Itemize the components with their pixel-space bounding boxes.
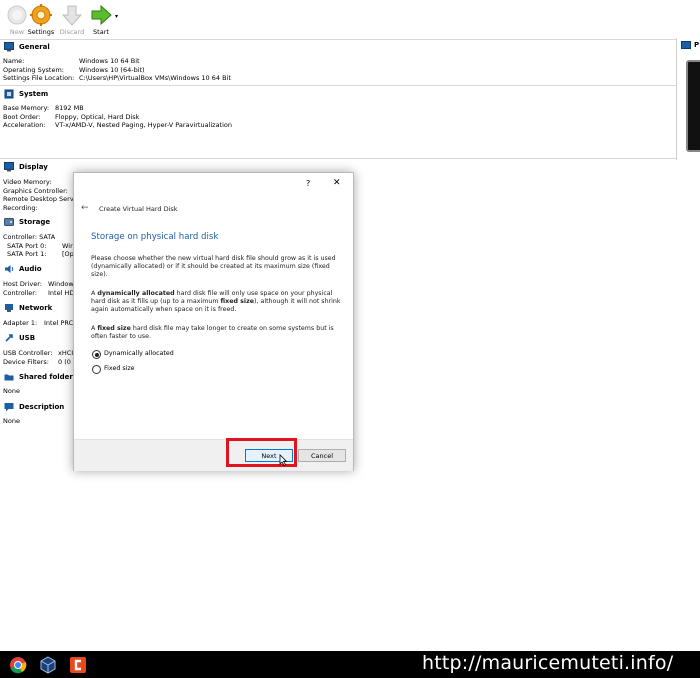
- virtualbox-icon[interactable]: [38, 655, 58, 675]
- storage-value-port1: [Op: [62, 250, 74, 258]
- discard-arrow-icon: [61, 5, 83, 26]
- usb-key-controller: USB Controller:: [3, 349, 53, 357]
- display-key-graphics: Graphics Controller:: [3, 186, 68, 195]
- usb-value-controller: xHCI: [58, 349, 74, 357]
- close-icon[interactable]: ✕: [333, 178, 341, 188]
- storage-key-controller: Controller: SATA: [3, 233, 56, 241]
- wizard-title: Create Virtual Hard Disk: [99, 205, 178, 213]
- system-value-memory: 8192 MB: [55, 104, 84, 112]
- display-monitor-icon: [4, 162, 14, 172]
- general-monitor-icon: [4, 42, 14, 52]
- storage-value-port0: Wir: [62, 241, 73, 250]
- system-key-boot: Boot Order:: [3, 112, 41, 121]
- mouse-cursor-icon: [279, 454, 288, 466]
- general-key-location: Settings File Location:: [3, 74, 75, 82]
- c-app-icon[interactable]: [68, 655, 88, 675]
- fixed-size-radio[interactable]: [92, 365, 101, 374]
- system-value-boot: Floppy, Optical, Hard Disk: [55, 112, 140, 121]
- usb-key-filters: Device Filters:: [3, 357, 49, 366]
- general-section-header[interactable]: General: [0, 40, 676, 54]
- shared-folders-title: Shared folders: [19, 373, 78, 381]
- system-section-header[interactable]: System: [0, 87, 676, 101]
- system-key-memory: Base Memory:: [3, 104, 50, 112]
- audio-title: Audio: [19, 265, 42, 273]
- network-title: Network: [19, 304, 53, 312]
- intro-paragraph: Please choose whether the new virtual ha…: [91, 255, 336, 279]
- general-value-name: Windows 10 64 Bit: [79, 57, 140, 65]
- start-button[interactable]: Start: [84, 4, 118, 36]
- watermark-url: http://mauricemuteti.info/: [422, 652, 674, 674]
- start-dropdown-arrow[interactable]: ▾: [115, 13, 118, 20]
- dialog-heading: Storage on physical hard disk: [91, 232, 219, 242]
- display-key-recording: Recording:: [3, 203, 38, 212]
- general-value-os: Windows 10 (64-bit): [79, 65, 145, 74]
- dynamically-allocated-radio[interactable]: [92, 350, 101, 359]
- general-value-location: C:\Users\HP\VirtualBox VMs\Windows 10 64…: [79, 74, 231, 82]
- gear-icon: [30, 4, 52, 26]
- storage-key-port0: SATA Port 0:: [7, 241, 47, 250]
- create-virtual-hard-disk-dialog: ? ✕ ← Create Virtual Hard Disk Storage o…: [73, 172, 354, 471]
- usb-icon: [5, 334, 13, 342]
- system-value-acceleration: VT-x/AMD-V, Nested Paging, Hyper-V Parav…: [55, 121, 233, 129]
- new-label: New: [9, 28, 25, 36]
- audio-key-controller: Controller:: [3, 288, 38, 297]
- system-key-acceleration: Acceleration:: [3, 121, 46, 129]
- shared-folders-value: None: [3, 387, 20, 395]
- chrome-icon[interactable]: [8, 655, 28, 675]
- general-key-os: Operating System:: [3, 65, 64, 74]
- general-title: General: [19, 43, 50, 51]
- audio-value-driver: Window: [48, 280, 74, 288]
- storage-key-port1: SATA Port 1:: [7, 250, 47, 258]
- preview-monitor-icon: [681, 41, 691, 49]
- network-icon: [5, 304, 13, 312]
- description-title: Description: [19, 403, 65, 411]
- preview-pane: P: [676, 38, 700, 160]
- toolbar: New Settings Discard Start ▾: [0, 0, 700, 38]
- dynamic-paragraph: A dynamically allocated hard disk file w…: [91, 290, 341, 314]
- shared-folder-icon: [4, 374, 14, 381]
- fixed-paragraph: A fixed size hard disk file may take lon…: [91, 325, 334, 341]
- settings-label: Settings: [27, 28, 55, 36]
- display-key-video: Video Memory:: [3, 178, 52, 186]
- network-key-adapter: Adapter 1:: [3, 319, 38, 327]
- start-label: Start: [93, 28, 109, 36]
- description-speech-icon: [4, 403, 14, 412]
- storage-title: Storage: [19, 218, 51, 226]
- preview-screen: [686, 60, 700, 152]
- dynamically-allocated-label[interactable]: Dynamically allocated: [104, 350, 174, 357]
- general-key-name: Name:: [3, 57, 25, 65]
- back-arrow-icon[interactable]: ←: [81, 203, 89, 213]
- usb-title: USB: [19, 334, 36, 342]
- audio-key-driver: Host Driver:: [3, 280, 42, 288]
- system-title: System: [19, 90, 49, 98]
- system-chip-icon: [4, 89, 14, 99]
- storage-disk-icon: [4, 218, 14, 226]
- discard-label: Discard: [59, 28, 85, 36]
- fixed-size-label[interactable]: Fixed size: [104, 365, 135, 372]
- settings-button[interactable]: Settings: [24, 4, 58, 36]
- help-button[interactable]: ?: [306, 179, 310, 188]
- divider: [0, 85, 676, 86]
- start-arrow-icon: [91, 4, 112, 26]
- display-title: Display: [19, 163, 48, 171]
- preview-title: P: [694, 41, 700, 49]
- cancel-button[interactable]: Cancel: [298, 449, 346, 462]
- audio-value-controller: Intel HD: [48, 288, 75, 297]
- display-key-remote: Remote Desktop Serve: [3, 195, 78, 203]
- description-value: None: [3, 417, 20, 425]
- network-value-adapter: Intel PRC: [44, 319, 74, 327]
- divider: [0, 158, 676, 159]
- audio-speaker-icon: [5, 265, 14, 273]
- taskbar: http://mauricemuteti.info/: [0, 651, 700, 678]
